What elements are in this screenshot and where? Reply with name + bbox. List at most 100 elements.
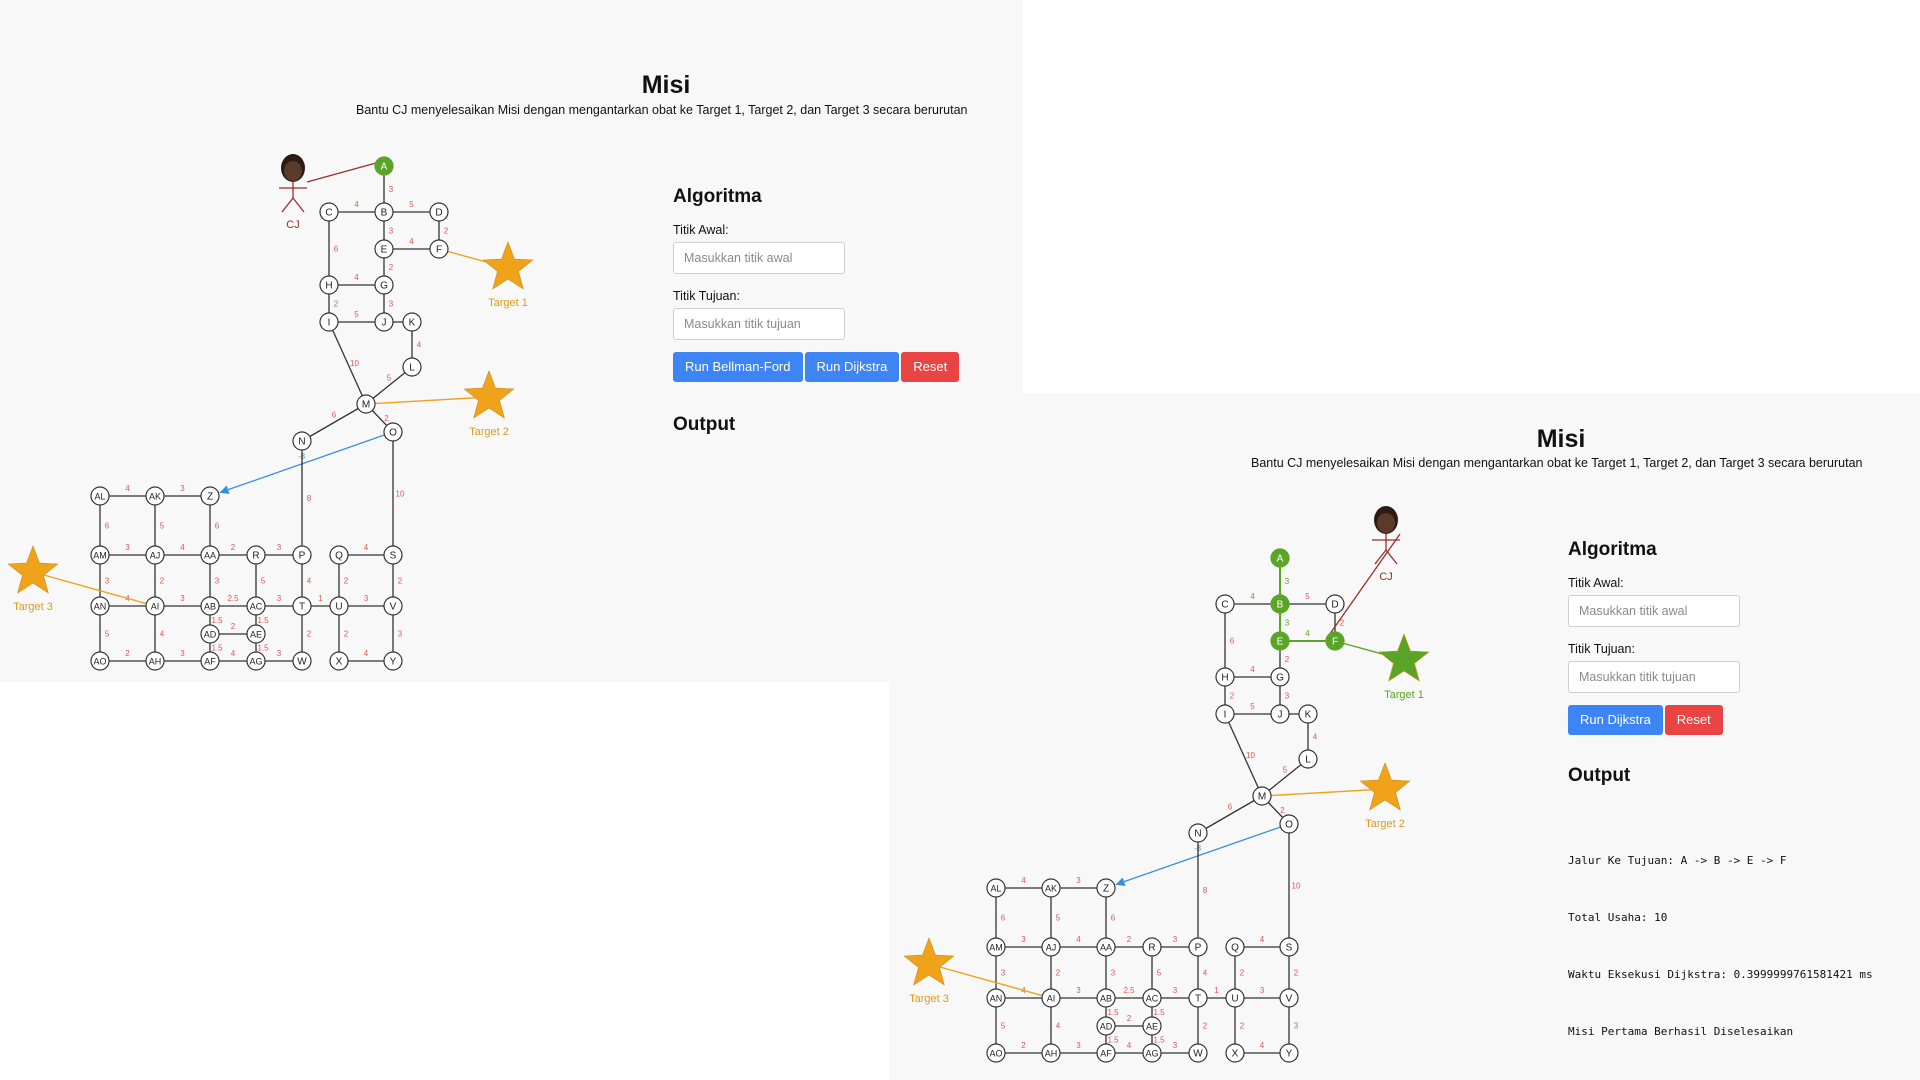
edge-weight-label: 10 — [350, 359, 359, 368]
titik-tujuan-label: Titik Tujuan: — [1568, 642, 1635, 656]
edge-weight-label: 4 — [354, 200, 359, 209]
edge-weight-label: 4 — [1260, 935, 1265, 944]
edge-weight-label: 2 — [334, 300, 339, 309]
node-label-m: M — [1258, 792, 1266, 803]
edge-weight-label: 6 — [1230, 637, 1235, 646]
node-label-p: P — [299, 551, 306, 562]
cj-label: CJ — [1379, 571, 1392, 583]
edge-weight-label: 3 — [1260, 986, 1265, 995]
edge-weight-label: 1.5 — [211, 616, 223, 625]
node-label-af: AF — [1100, 1049, 1112, 1059]
edge-weight-label: 3 — [1294, 1022, 1299, 1031]
node-label-t: T — [299, 602, 305, 613]
node-label-k: K — [409, 318, 416, 329]
node-label-p: P — [1195, 943, 1202, 954]
cj-character-icon — [279, 154, 307, 213]
edge-weight-label: 3 — [215, 577, 220, 586]
node-label-e: E — [1277, 637, 1284, 648]
edge-weight-label: 4 — [1127, 1041, 1132, 1050]
node-label-o: O — [1285, 820, 1293, 831]
node-label-q: Q — [1231, 943, 1239, 954]
edge-weight-label: 3 — [1076, 876, 1081, 885]
edge-weight-label: 1.5 — [1153, 1036, 1165, 1045]
node-label-ah: AH — [149, 657, 162, 667]
edge-weight-label: 5 — [105, 630, 110, 639]
titik-awal-label: Titik Awal: — [673, 223, 729, 237]
edge-weight-label: 6 — [1001, 914, 1006, 923]
node-label-s: S — [1286, 943, 1293, 954]
node-label-ac: AC — [1146, 994, 1159, 1004]
edge-weight-label: 3 — [1076, 1041, 1081, 1050]
reset-button[interactable]: Reset — [1664, 705, 1723, 735]
cj-label: CJ — [286, 219, 299, 231]
edge-weight-label: 4 — [1076, 935, 1081, 944]
edge-weight-label: 2 — [344, 630, 349, 639]
edge-weight-label: 1.5 — [257, 616, 269, 625]
edge-weight-label: 3 — [364, 594, 369, 603]
page-title: Misi — [1536, 425, 1586, 453]
node-label-ak: AK — [149, 492, 161, 502]
node-label-aj: AJ — [1046, 943, 1057, 953]
edge-weight-label: 8 — [1203, 886, 1208, 895]
algoritma-heading: Algoritma — [673, 186, 762, 207]
node-label-f: F — [436, 245, 442, 256]
node-label-ad: AD — [204, 630, 217, 640]
edge-weight-label: 5 — [1157, 969, 1162, 978]
node-label-ag: AG — [249, 657, 262, 667]
target-star-icon — [482, 241, 534, 290]
node-label-t: T — [1195, 994, 1201, 1005]
node-label-a: A — [1277, 554, 1284, 565]
edge-weight-label: 2 — [398, 577, 403, 586]
node-label-e: E — [381, 245, 388, 256]
edge-weight-label: 4 — [354, 273, 359, 282]
edge-weight-label: 3 — [277, 594, 282, 603]
edge-weight-label: 3 — [1285, 692, 1290, 701]
node-label-aa: AA — [204, 551, 216, 561]
edge-weight-label: 4 — [364, 649, 369, 658]
run-dijkstra-button[interactable]: Run Dijkstra — [1568, 705, 1663, 735]
edge-weight-label: 4 — [1305, 629, 1310, 638]
edge-weight-label: 3 — [1173, 935, 1178, 944]
edge-weight-label: 4 — [1313, 733, 1318, 742]
node-label-ao: AO — [989, 1049, 1002, 1059]
node-label-an: AN — [94, 602, 107, 612]
edge-weight-label: 2 — [384, 414, 389, 423]
node-label-c: C — [1221, 600, 1228, 611]
edge-weight-label: 2 — [125, 649, 130, 658]
edge-weight-label: 2 — [1280, 806, 1285, 815]
titik-awal-input[interactable] — [1568, 595, 1740, 627]
output-heading: Output — [1568, 765, 1631, 786]
node-label-ag: AG — [1145, 1049, 1158, 1059]
edge-weight-label: 4 — [364, 543, 369, 552]
edge-weight-label: 1 — [1214, 986, 1219, 995]
node-label-am: AM — [93, 551, 107, 561]
edge-weight-label: 3 — [1285, 577, 1290, 586]
edge-weight-label: 3 — [1001, 969, 1006, 978]
edge-weight-label: 2 — [1056, 969, 1061, 978]
edge-weight-label: 5 — [1283, 766, 1288, 775]
run-dijkstra-button[interactable]: Run Dijkstra — [804, 352, 900, 382]
node-label-w: W — [297, 657, 307, 668]
node-label-y: Y — [1286, 1049, 1293, 1060]
titik-tujuan-input[interactable] — [673, 308, 845, 340]
node-label-l: L — [1305, 755, 1311, 766]
edge-weight-label: 2 — [344, 577, 349, 586]
algorithm-controls: Algoritma Titik Awal: Titik Tujuan: Run … — [1568, 539, 1740, 787]
edge-weight-label: 5 — [160, 522, 165, 531]
node-label-h: H — [1221, 673, 1228, 684]
node-label-z: Z — [207, 492, 213, 503]
target-star-icon — [463, 370, 515, 419]
node-label-j: J — [382, 318, 387, 329]
edge-weight-label: 3 — [105, 577, 110, 586]
node-label-n: N — [298, 437, 305, 448]
node-label-aj: AJ — [150, 551, 161, 561]
titik-awal-input[interactable] — [673, 242, 845, 274]
titik-tujuan-input[interactable] — [1568, 661, 1740, 693]
titik-awal-label: Titik Awal: — [1568, 576, 1624, 590]
node-label-g: G — [1276, 673, 1284, 684]
node-label-o: O — [389, 428, 397, 439]
target-label: Target 1 — [488, 297, 528, 309]
edge-weight-label: 6 — [215, 522, 220, 531]
reset-button[interactable]: Reset — [901, 352, 960, 382]
run-bellman-ford-button[interactable]: Run Bellman-Ford — [673, 352, 803, 382]
